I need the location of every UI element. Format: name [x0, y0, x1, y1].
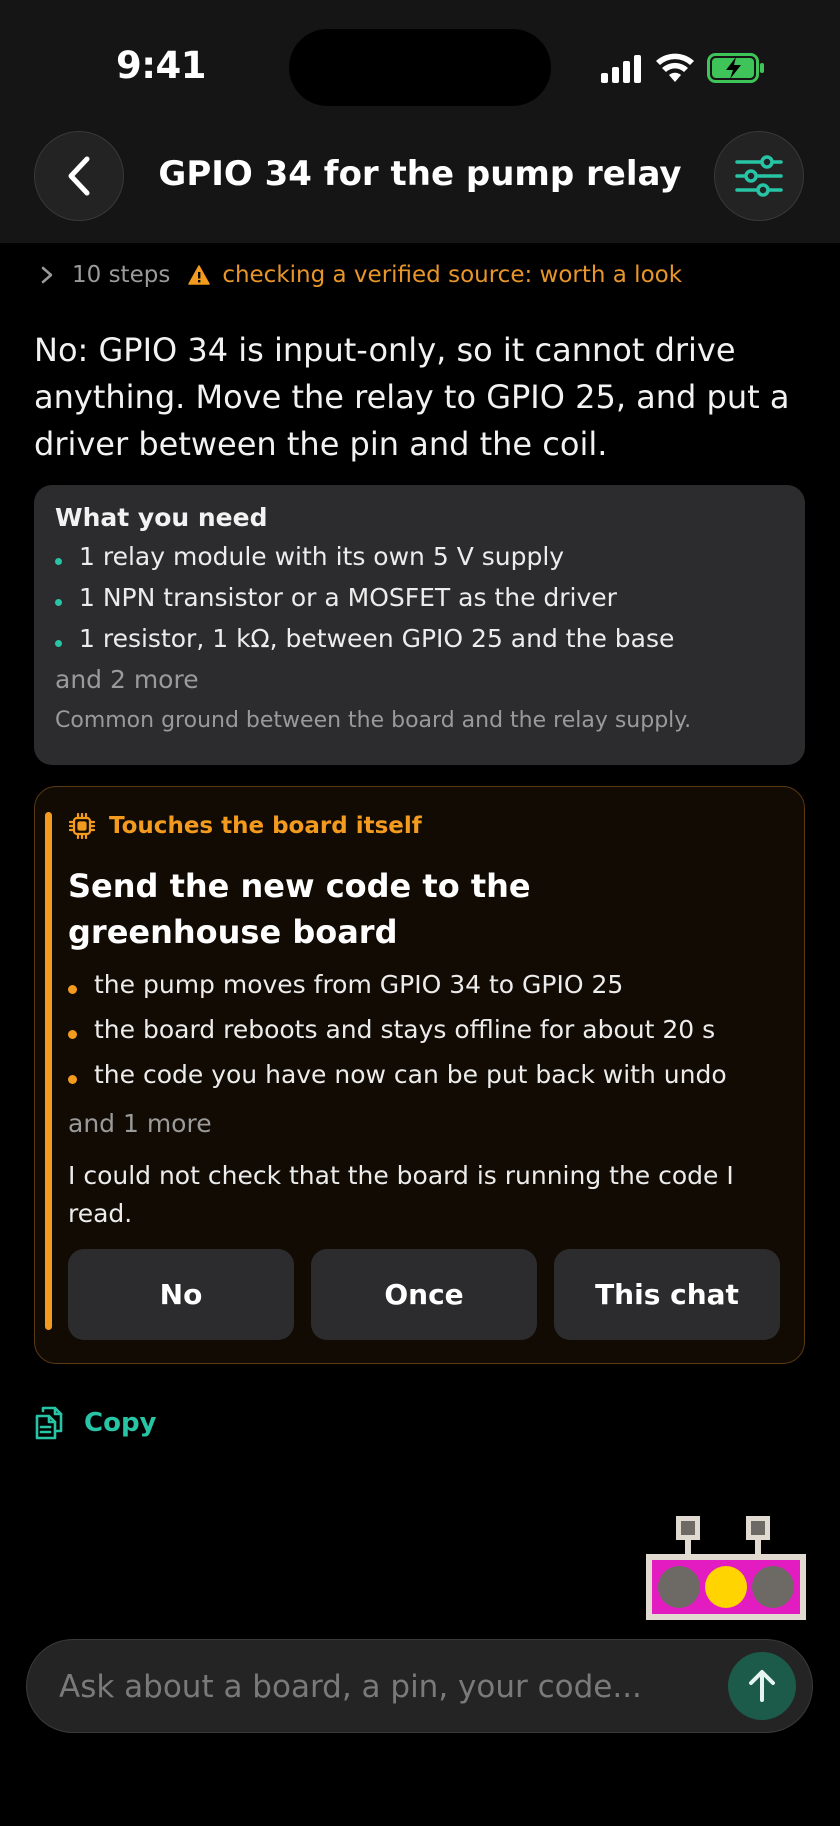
- approval-title: Send the new code to the greenhouse boar…: [68, 867, 531, 951]
- source-warning: checking a verified source: worth a look: [222, 262, 683, 288]
- list-item-text: the code you have now can be put back wi…: [94, 1060, 727, 1089]
- list-item: 1 resistor, 1 kΩ, between GPIO 25 and th…: [55, 618, 784, 659]
- approval-more[interactable]: and 1 more: [68, 1109, 212, 1138]
- bullet-icon: [55, 599, 62, 606]
- battery-charging-icon: [707, 53, 764, 83]
- requirements-list: 1 relay module with its own 5 V supply 1…: [55, 536, 784, 659]
- chevron-left-icon: [68, 156, 90, 196]
- cellular-signal-icon: [601, 55, 641, 83]
- approval-tag-label: Touches the board itself: [109, 813, 422, 839]
- bullet-icon: [68, 1030, 77, 1039]
- sliders-icon: [735, 155, 783, 197]
- back-button[interactable]: [34, 131, 124, 221]
- list-item-text: 1 NPN transistor or a MOSFET as the driv…: [79, 583, 617, 612]
- bullet-icon: [68, 985, 77, 994]
- requirements-note: Common ground between the board and the …: [55, 708, 692, 733]
- list-item: the pump moves from GPIO 34 to GPIO 25: [68, 962, 727, 1007]
- steps-count: 10 steps: [72, 262, 171, 288]
- nav-bar: GPIO 34 for the pump relay: [0, 120, 840, 243]
- copy-icon: [35, 1406, 63, 1440]
- allow-once-button[interactable]: Once: [311, 1249, 537, 1340]
- dynamic-island: [289, 29, 551, 106]
- chevron-right-icon: [40, 265, 54, 285]
- bullet-icon: [55, 558, 62, 565]
- list-item-text: the board reboots and stays offline for …: [94, 1015, 716, 1044]
- message-input[interactable]: [57, 1660, 721, 1714]
- list-item: the code you have now can be put back wi…: [68, 1052, 727, 1097]
- list-item: the board reboots and stays offline for …: [68, 1007, 727, 1052]
- requirements-title: What you need: [55, 503, 268, 532]
- status-bar: 9:41: [0, 0, 840, 120]
- reasoning-steps-toggle[interactable]: 10 steps checking a verified source: wor…: [40, 262, 682, 288]
- requirements-more[interactable]: and 2 more: [55, 665, 784, 694]
- copy-label: Copy: [84, 1408, 157, 1438]
- copy-button[interactable]: Copy: [34, 1405, 157, 1441]
- approval-card: Touches the board itself Send the new co…: [34, 786, 805, 1364]
- warning-triangle-icon: [188, 265, 211, 285]
- approval-tag: Touches the board itself: [69, 813, 422, 839]
- list-item: 1 NPN transistor or a MOSFET as the driv…: [55, 577, 784, 618]
- assistant-answer: No: GPIO 34 is input-only, so it cannot …: [34, 331, 790, 463]
- approval-note: I could not check that the board is runn…: [68, 1161, 734, 1228]
- bullet-icon: [68, 1075, 77, 1084]
- list-item-text: 1 resistor, 1 kΩ, between GPIO 25 and th…: [79, 624, 675, 653]
- status-time: 9:41: [116, 44, 207, 87]
- approval-buttons: No Once This chat: [68, 1249, 780, 1340]
- list-item-text: 1 relay module with its own 5 V supply: [79, 542, 565, 571]
- requirements-card: What you need 1 relay module with its ow…: [34, 485, 805, 765]
- allow-this-chat-button[interactable]: This chat: [554, 1249, 780, 1340]
- settings-button[interactable]: [714, 131, 804, 221]
- approval-accent-bar: [45, 812, 52, 1330]
- bullet-icon: [55, 640, 62, 647]
- list-item: 1 relay module with its own 5 V supply: [55, 536, 784, 577]
- wifi-icon: [656, 53, 694, 82]
- send-button[interactable]: [728, 1652, 796, 1720]
- chip-icon: [69, 813, 95, 839]
- deny-button[interactable]: No: [68, 1249, 294, 1340]
- arrow-up-icon: [749, 1670, 775, 1702]
- list-item-text: the pump moves from GPIO 34 to GPIO 25: [94, 970, 624, 999]
- page-title: GPIO 34 for the pump relay: [158, 154, 682, 194]
- approval-effects-list: the pump moves from GPIO 34 to GPIO 25 t…: [68, 962, 727, 1097]
- composer: [26, 1639, 813, 1733]
- robot-mascot-icon: [646, 1516, 806, 1620]
